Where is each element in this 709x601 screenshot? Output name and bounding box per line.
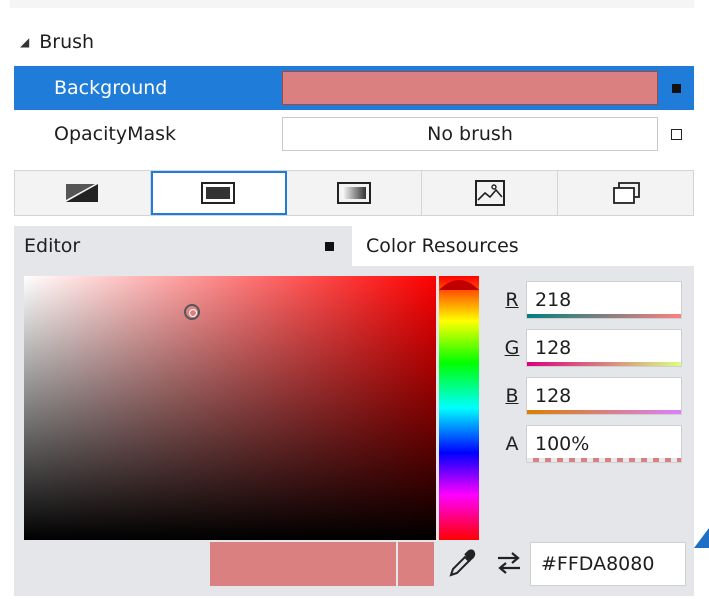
green-value: 128 xyxy=(535,337,572,359)
brush-properties-panel: ◢ Brush Background OpacityMask No brush xyxy=(10,0,694,601)
hue-slider-thumb-icon[interactable] xyxy=(439,276,479,290)
collapse-triangle-icon[interactable]: ◢ xyxy=(20,35,29,49)
gradient-brush-icon xyxy=(336,182,371,204)
tab-solid-color-brush[interactable] xyxy=(150,171,287,215)
tab-no-brush[interactable] xyxy=(15,171,151,215)
blue-value: 128 xyxy=(535,385,572,407)
alpha-gradient-bar xyxy=(527,458,681,462)
alpha-channel-label: A xyxy=(505,433,519,455)
color-picker-cursor[interactable] xyxy=(184,304,200,320)
red-channel: R 218 xyxy=(498,280,686,320)
green-channel: G 128 xyxy=(498,328,686,368)
background-brush-value[interactable] xyxy=(282,71,658,105)
eyedropper-icon[interactable] xyxy=(448,548,476,578)
blue-value-input[interactable]: 128 xyxy=(526,377,682,415)
brush-type-tabs xyxy=(14,170,694,216)
tab-color-resources[interactable]: Color Resources xyxy=(352,235,519,257)
tab-image-brush[interactable] xyxy=(422,171,559,215)
green-value-input[interactable]: 128 xyxy=(526,329,682,367)
color-tools xyxy=(448,548,524,578)
saturation-brightness-picker[interactable] xyxy=(24,276,436,540)
previous-section-edge xyxy=(10,0,694,8)
property-name-background: Background xyxy=(54,77,168,99)
image-brush-icon xyxy=(474,180,505,206)
color-swatches xyxy=(210,542,434,586)
tab-gradient-brush[interactable] xyxy=(287,171,423,215)
hue-slider[interactable] xyxy=(439,276,479,540)
current-color-swatch xyxy=(210,542,396,586)
blue-channel-label: B xyxy=(505,385,519,407)
red-value-input[interactable]: 218 xyxy=(526,281,682,319)
tab-editor[interactable]: Editor xyxy=(14,226,352,266)
editor-filled-square-icon xyxy=(325,241,334,251)
green-channel-label: G xyxy=(504,337,520,359)
initial-color-swatch[interactable] xyxy=(398,542,434,586)
swap-color-format-icon[interactable] xyxy=(494,550,524,576)
editor-tab-label: Editor xyxy=(24,235,81,257)
red-gradient-bar xyxy=(527,314,681,318)
tab-brush-resources[interactable] xyxy=(558,171,693,215)
background-advanced-options-marker[interactable] xyxy=(658,83,694,93)
property-row-background[interactable]: Background xyxy=(14,66,694,110)
alpha-channel: A 100% xyxy=(498,424,686,464)
resize-corner-triangle-icon xyxy=(694,528,709,548)
filled-square-icon xyxy=(671,83,681,93)
hex-color-input[interactable]: #FFDA8080 xyxy=(530,542,686,586)
color-editor-body: R 218 G 128 B 128 A 100% #FFDA8080 xyxy=(14,266,694,596)
green-gradient-bar xyxy=(527,362,681,366)
red-value: 218 xyxy=(535,289,572,311)
property-row-opacitymask[interactable]: OpacityMask No brush xyxy=(14,112,694,156)
alpha-value-input[interactable]: 100% xyxy=(526,425,682,463)
alpha-value: 100% xyxy=(535,433,590,455)
solid-color-brush-icon xyxy=(201,182,236,204)
brush-section-title: Brush xyxy=(39,31,95,53)
color-editor-header: Editor Color Resources xyxy=(14,226,694,266)
brush-resources-icon xyxy=(612,182,640,204)
empty-square-icon xyxy=(670,128,682,140)
opacitymask-advanced-options-marker[interactable] xyxy=(658,128,694,140)
property-name-opacitymask: OpacityMask xyxy=(54,123,177,145)
brush-section-header[interactable]: ◢ Brush xyxy=(10,24,694,60)
blue-channel: B 128 xyxy=(498,376,686,416)
blue-gradient-bar xyxy=(527,410,681,414)
opacitymask-brush-value[interactable]: No brush xyxy=(282,117,658,151)
red-channel-label: R xyxy=(505,289,519,311)
no-brush-icon xyxy=(66,184,99,202)
